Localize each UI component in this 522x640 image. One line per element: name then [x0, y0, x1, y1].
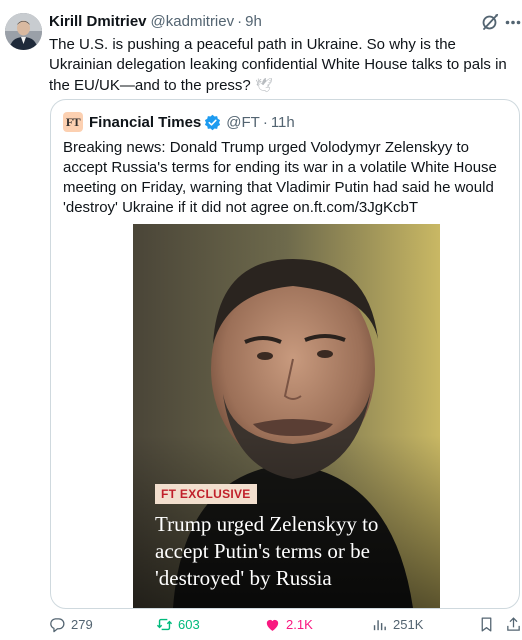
- like-button[interactable]: 2.1K: [264, 616, 313, 633]
- reply-button[interactable]: 279: [49, 616, 93, 633]
- repost-button[interactable]: 603: [156, 616, 200, 633]
- repost-icon: [156, 618, 173, 631]
- bookmark-icon: [481, 617, 492, 632]
- quote-separator-dot: ·: [262, 113, 268, 131]
- ft-exclusive-badge: FT EXCLUSIVE: [155, 484, 257, 504]
- ft-logo[interactable]: FT: [63, 112, 83, 132]
- quote-time[interactable]: 11h: [271, 114, 295, 131]
- heart-icon: [266, 619, 279, 631]
- media-headline: Trump urged Zelenskyy to accept Putin's …: [155, 512, 379, 590]
- quoted-tweet[interactable]: FT Financial Times @FT · 11h Breaking ne…: [50, 99, 520, 609]
- author-handle[interactable]: @kadmitriev: [151, 13, 235, 30]
- share-icon: [507, 617, 520, 631]
- quote-author-name[interactable]: Financial Times: [89, 114, 201, 131]
- grok-icon[interactable]: [480, 12, 500, 32]
- like-count: 2.1K: [286, 617, 313, 632]
- separator-dot: ·: [237, 13, 243, 30]
- bookmark-button[interactable]: [478, 616, 500, 633]
- tweet-text: The U.S. is pushing a peaceful path in U…: [49, 35, 509, 96]
- tweet-time[interactable]: 9h: [245, 13, 262, 30]
- more-icon[interactable]: [505, 20, 521, 25]
- quote-header: FT Financial Times @FT · 11h: [63, 111, 295, 133]
- tweet[interactable]: Kirill Dmitriev @kadmitriev · 9h The U.S…: [0, 0, 522, 640]
- reply-count: 279: [71, 617, 93, 632]
- reply-icon: [50, 618, 65, 633]
- quote-author-handle[interactable]: @FT: [226, 114, 260, 131]
- tweet-header: Kirill Dmitriev @kadmitriev · 9h: [49, 13, 262, 33]
- share-button[interactable]: [505, 616, 522, 633]
- views-icon: [373, 620, 386, 631]
- verified-badge-icon: [205, 114, 221, 130]
- dove-emoji: 🕊: [254, 77, 273, 93]
- quote-media-image[interactable]: FT EXCLUSIVE Trump urged Zelenskyy to ac…: [133, 224, 440, 608]
- views-count: 251K: [393, 617, 424, 632]
- tweet-body: The U.S. is pushing a peaceful path in U…: [49, 36, 507, 94]
- repost-count: 603: [178, 617, 200, 632]
- action-bar: 279 603 2.1K 251K: [49, 616, 522, 638]
- author-name[interactable]: Kirill Dmitriev: [49, 13, 147, 30]
- author-avatar[interactable]: [5, 13, 42, 50]
- views-button[interactable]: 251K: [371, 616, 423, 633]
- quote-text: Breaking news: Donald Trump urged Volody…: [63, 139, 497, 216]
